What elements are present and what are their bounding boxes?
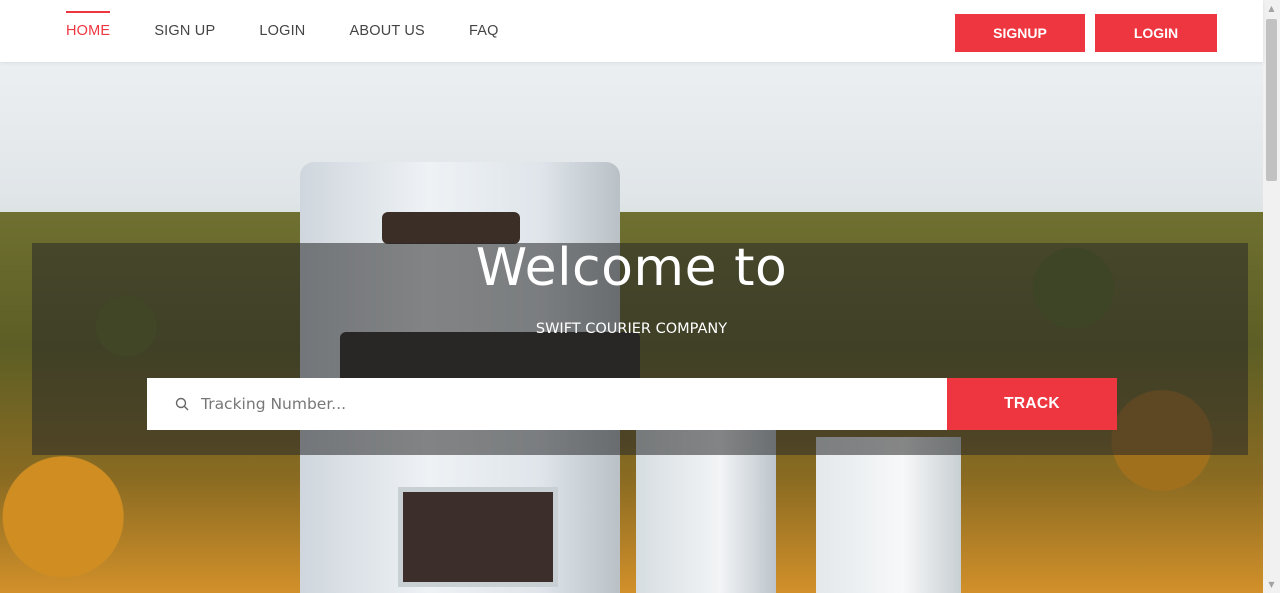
hero-section: Welcome to SWIFT COURIER COMPANY TRACK [0,62,1263,593]
tracking-search-bar: TRACK [147,378,1117,430]
hero-subtitle: SWIFT COURIER COMPANY [535,321,728,337]
nav-item-home[interactable]: HOME [66,0,111,62]
track-button[interactable]: TRACK [947,378,1117,430]
nav-item-sign-up[interactable]: SIGN UP [154,0,215,62]
nav-item-about-us[interactable]: ABOUT US [349,0,424,62]
tracking-number-input[interactable] [201,379,941,429]
scroll-thumb[interactable] [1266,19,1277,181]
scroll-down-arrow-icon[interactable]: ▼ [1263,576,1280,593]
signup-button[interactable]: SIGNUP [955,14,1085,52]
tracking-search-box[interactable] [147,378,947,430]
nav-item-login[interactable]: LOGIN [259,0,305,62]
login-button[interactable]: LOGIN [1095,14,1217,52]
page-scrollbar[interactable]: ▲ ▼ [1263,0,1280,593]
main-nav: HOME SIGN UP LOGIN ABOUT US FAQ [66,0,543,62]
truck-grille [398,487,558,587]
scroll-up-arrow-icon[interactable]: ▲ [1263,0,1280,17]
hero-truck-third [816,437,961,593]
hero-title: Welcome to [475,238,788,298]
search-icon [175,397,189,411]
site-header: HOME SIGN UP LOGIN ABOUT US FAQ SIGNUP L… [0,0,1263,62]
nav-item-faq[interactable]: FAQ [469,0,499,62]
